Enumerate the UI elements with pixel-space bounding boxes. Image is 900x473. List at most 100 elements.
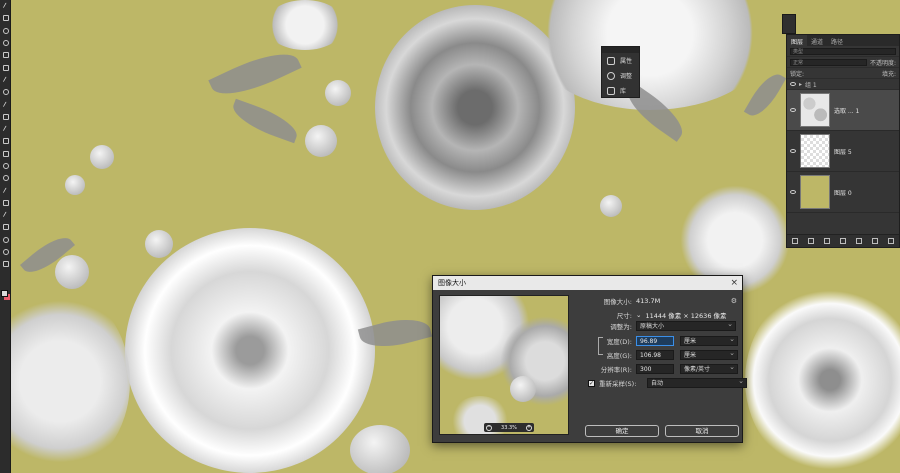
dodge-tool-icon[interactable]	[0, 172, 11, 184]
tab-paths[interactable]: 路径	[827, 35, 847, 46]
move-tool-icon[interactable]	[0, 0, 11, 12]
hand-tool-icon[interactable]	[0, 234, 11, 246]
dialog-title-bar[interactable]: 图像大小 ×	[433, 276, 742, 290]
properties-icon	[607, 56, 615, 65]
libraries-panel-button[interactable]: 库	[602, 83, 639, 98]
brush-tool-icon[interactable]	[0, 98, 11, 110]
pen-tool-icon[interactable]	[0, 184, 11, 196]
properties-label: 属性	[620, 58, 633, 65]
collapsed-dock[interactable]	[782, 14, 796, 34]
bud	[65, 175, 85, 195]
shape-tool-icon[interactable]	[0, 221, 11, 233]
blend-mode-select[interactable]: 正常	[790, 58, 867, 66]
history-brush-tool-icon[interactable]	[0, 123, 11, 135]
preview-bud	[510, 376, 536, 402]
resolution-label: 分辨率(R):	[600, 366, 632, 374]
lasso-tool-icon[interactable]	[0, 25, 11, 37]
marquee-tool-icon[interactable]	[0, 12, 11, 24]
height-input[interactable]: 106.98	[636, 350, 674, 360]
visibility-eye-icon[interactable]	[790, 149, 796, 153]
image-size-label: 图像大小:	[603, 298, 632, 306]
peony-flower-far-left	[0, 290, 130, 473]
lock-label: 锁定:	[790, 70, 805, 78]
visibility-eye-icon[interactable]	[790, 82, 796, 86]
add-mask-icon[interactable]	[824, 238, 830, 244]
gradient-tool-icon[interactable]	[0, 148, 11, 160]
foreground-color-swatch[interactable]	[1, 290, 8, 297]
width-input[interactable]: 96.89	[636, 336, 674, 346]
image-size-value: 413.7M	[636, 297, 661, 305]
visibility-eye-icon[interactable]	[790, 108, 796, 112]
new-group-icon[interactable]	[856, 238, 862, 244]
type-tool-icon[interactable]	[0, 197, 11, 209]
layer-thumbnail	[800, 93, 830, 127]
height-unit-select[interactable]: 厘米	[680, 349, 738, 360]
layer-thumbnail	[800, 134, 830, 168]
dimensions-row: 尺寸: ⌄ 11444 像素 × 12636 像素	[583, 310, 727, 320]
fx-icon[interactable]	[808, 238, 814, 244]
height-row: 高度(G): 106.98 厘米	[583, 349, 738, 360]
resample-select[interactable]: 自动	[647, 377, 747, 388]
zoom-level: 33.3%	[501, 424, 517, 431]
adjustment-layer-icon[interactable]	[840, 238, 846, 244]
fill-label: 填充:	[881, 70, 896, 78]
resolution-unit-select[interactable]: 像素/英寸	[680, 363, 738, 374]
layer-row[interactable]: 图层 5	[787, 131, 899, 172]
zoom-in-button[interactable]: +	[525, 424, 532, 431]
tab-channels[interactable]: 通道	[807, 35, 827, 46]
libraries-icon	[607, 86, 615, 95]
fit-to-select[interactable]: 原稿大小	[636, 320, 736, 331]
cancel-button[interactable]: 取消	[665, 425, 739, 437]
quick-select-tool-icon[interactable]	[0, 37, 11, 49]
link-layers-icon[interactable]	[792, 238, 798, 244]
clone-stamp-tool-icon[interactable]	[0, 111, 11, 123]
bud	[90, 145, 114, 169]
tool-bar	[0, 0, 11, 473]
width-label: 宽度(D):	[606, 338, 632, 346]
ok-button[interactable]: 确定	[585, 425, 659, 437]
more-tools-icon[interactable]	[0, 258, 11, 270]
peony-flower-small-top	[265, 0, 345, 50]
resample-checkbox[interactable]: ✓	[588, 379, 595, 387]
tab-layers[interactable]: 图层	[787, 35, 808, 46]
adjustments-label: 调整	[620, 73, 633, 80]
eraser-tool-icon[interactable]	[0, 135, 11, 147]
zoom-tool-icon[interactable]	[0, 246, 11, 258]
dimensions-dropdown-icon[interactable]: ⌄	[636, 311, 641, 319]
libraries-label: 库	[620, 88, 627, 95]
crop-tool-icon[interactable]	[0, 49, 11, 61]
dialog-title: 图像大小	[438, 279, 466, 287]
width-unit-select[interactable]: 厘米	[680, 335, 738, 346]
layer-filter-row: 类型	[787, 46, 899, 57]
opacity-label: 不透明度:	[869, 59, 896, 67]
folder-icon: ▸	[799, 80, 803, 88]
bud	[325, 80, 351, 106]
frame-tool-icon[interactable]	[0, 61, 11, 73]
blend-mode-row: 正常 不透明度:	[787, 57, 899, 68]
resample-label: 重新采样(S):	[599, 380, 637, 388]
group-row[interactable]: ▸ 组 1	[787, 79, 899, 90]
layer-filter-input[interactable]: 类型	[790, 47, 896, 55]
adjustments-panel-button[interactable]: 调整	[602, 68, 639, 83]
lock-row: 锁定: 填充:	[787, 68, 899, 79]
path-select-tool-icon[interactable]	[0, 209, 11, 221]
eyedropper-tool-icon[interactable]	[0, 74, 11, 86]
gear-icon[interactable]: ⚙	[731, 297, 737, 305]
resolution-input[interactable]: 300	[636, 364, 674, 374]
properties-mini-panel: 属性 调整 库	[601, 46, 640, 98]
image-preview[interactable]: − 33.3% +	[439, 295, 569, 435]
healing-brush-tool-icon[interactable]	[0, 86, 11, 98]
new-layer-icon[interactable]	[872, 238, 878, 244]
fit-to-label: 调整为:	[610, 323, 632, 331]
layer-name: 图层 0	[834, 189, 852, 197]
width-row: 宽度(D): 96.89 厘米	[583, 335, 738, 346]
trash-icon[interactable]	[888, 238, 894, 244]
visibility-eye-icon[interactable]	[790, 190, 796, 194]
zoom-out-button[interactable]: −	[486, 424, 492, 431]
properties-panel-button[interactable]: 属性	[602, 53, 639, 68]
blur-tool-icon[interactable]	[0, 160, 11, 172]
close-icon[interactable]: ×	[730, 276, 738, 290]
layer-row[interactable]: 图层 0	[787, 172, 899, 213]
height-label: 高度(G):	[606, 352, 632, 360]
layer-row[interactable]: 选取 ... 1	[787, 90, 899, 131]
